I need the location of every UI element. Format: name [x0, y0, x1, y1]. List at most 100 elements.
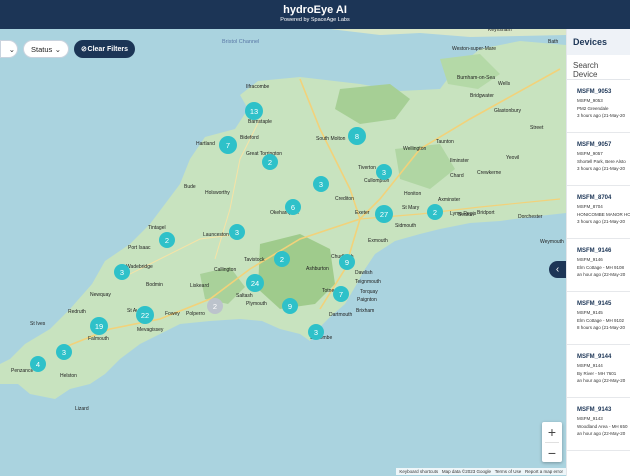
device-cluster-marker[interactable]: 9 — [282, 298, 298, 314]
device-cluster-marker[interactable]: 7 — [333, 286, 349, 302]
devices-panel: Devices Search Device MSFM_9053 MSFM_9053… — [566, 29, 630, 476]
place-label: Newquay — [90, 292, 111, 298]
device-cluster-marker[interactable]: 19 — [90, 317, 108, 335]
filter-off-icon: ⊘ — [81, 46, 87, 53]
clear-filters-label: Clear Filters — [87, 45, 128, 53]
filter-dropdown-partial[interactable]: ⌄ — [0, 40, 18, 58]
place-label: Helston — [60, 373, 77, 379]
clear-filters-button[interactable]: ⊘ Clear Filters — [74, 40, 135, 58]
device-cluster-marker[interactable]: 3 — [56, 344, 72, 360]
map-data-text: Map data ©2023 Google — [441, 469, 492, 474]
place-label: Hartland — [196, 141, 215, 147]
chevron-left-icon: ‹ — [555, 264, 560, 275]
place-label: Ilfracombe — [246, 84, 270, 90]
devices-panel-title: Devices — [567, 29, 630, 55]
device-cluster-marker[interactable]: 7 — [219, 136, 237, 154]
place-label: Honiton — [404, 191, 422, 197]
place-label: Lizard — [75, 406, 89, 412]
device-cluster-marker[interactable]: 27 — [375, 205, 393, 223]
device-cluster-marker[interactable]: 3 — [229, 224, 245, 240]
place-label: Yeovil — [506, 155, 520, 161]
place-label: Polperro — [186, 311, 205, 317]
filter-toolbar: ⌄ Status ⌄ ⊘ Clear Filters — [0, 40, 135, 58]
device-cluster-marker[interactable]: 4 — [30, 356, 46, 372]
device-cluster-marker[interactable]: 2 — [274, 251, 290, 267]
app-header: hydroEye AI Powered by SpaceAge Labs — [0, 0, 630, 29]
device-cluster-marker[interactable]: 8 — [348, 127, 366, 145]
place-label: Wadebridge — [126, 264, 153, 270]
place-label: Liskeard — [190, 283, 209, 289]
device-list-item[interactable]: MSFM_9146 MSFM_9146 Elm Cottage - MH 9108 a… — [567, 239, 630, 292]
place-label: Seaton — [458, 212, 474, 218]
place-label: Port Isaac — [128, 245, 151, 251]
place-label: Exmouth — [368, 238, 388, 244]
device-cluster-marker[interactable]: 13 — [245, 102, 263, 120]
device-name: MSFM_9145 — [577, 301, 612, 307]
place-label: Callington — [214, 267, 237, 273]
device-last-seen: an hour ago (22-May-20 — [577, 378, 626, 383]
device-cluster-marker[interactable]: 2 — [159, 232, 175, 248]
device-list-item[interactable]: MSFM_9057 MSFM_9057 Shortell Park, Bere Al… — [567, 133, 630, 186]
device-cluster-marker[interactable]: 3 — [313, 176, 329, 192]
device-cluster-marker[interactable]: 2 — [427, 204, 443, 220]
device-name: MSFM_9143 — [577, 407, 612, 413]
device-cluster-marker[interactable]: 22 — [136, 306, 154, 324]
place-label: Ashburton — [306, 266, 329, 272]
device-cluster-marker[interactable]: 3 — [376, 164, 392, 180]
device-cluster-marker[interactable]: 6 — [285, 199, 301, 215]
device-cluster-marker[interactable]: 24 — [246, 274, 264, 292]
device-cluster-marker[interactable]: 2 — [262, 154, 278, 170]
device-name: MSFM_9057 — [577, 142, 612, 148]
device-list-item[interactable]: MSFM_9143 MSFM_9143 Woodland Area - MH 650… — [567, 398, 630, 451]
place-label: Sidmouth — [395, 223, 417, 229]
device-cluster-marker[interactable]: 9 — [339, 254, 355, 270]
place-label: Weston-super-Mare — [452, 46, 497, 52]
collapse-panel-button[interactable]: ‹ — [549, 261, 566, 278]
place-label: Tavistock — [244, 257, 265, 263]
device-location: HONICOMBE MANOR HO — [577, 211, 630, 217]
zoom-out-button[interactable]: − — [542, 443, 562, 463]
zoom-in-button[interactable]: + — [542, 422, 562, 442]
device-name: MSFM_8704 — [577, 195, 612, 201]
place-label: Chard — [450, 173, 464, 179]
sea-label-bristol-channel: Bristol Channel — [222, 39, 260, 45]
place-label: Dawlish — [355, 270, 373, 276]
status-filter-dropdown[interactable]: Status ⌄ — [23, 40, 69, 58]
keyboard-shortcuts-link[interactable]: Keyboard shortcuts — [399, 469, 438, 474]
place-label: Plymouth — [246, 301, 267, 307]
device-cluster-marker[interactable]: 3 — [308, 324, 324, 340]
terms-link[interactable]: Terms of Use — [495, 469, 522, 474]
device-cluster-marker[interactable]: 2 — [207, 298, 223, 314]
device-list-item[interactable]: MSFM_9144 MSFM_9144 By River - MH 7601 an h… — [567, 345, 630, 398]
device-list-item[interactable]: MSFM_8704 MSFM_8704 HONICOMBE MANOR HO 3 ho… — [567, 186, 630, 239]
device-id: MSFM_9057 — [577, 151, 603, 156]
device-list: MSFM_9053 MSFM_9053 PM2 Greendale 3 hours a… — [567, 80, 630, 451]
place-label: Redruth — [68, 309, 86, 315]
report-error-link[interactable]: Report a map error — [525, 469, 563, 474]
chevron-down-icon: ⌄ — [8, 44, 15, 54]
device-list-item[interactable]: MSFM_9145 MSFM_9145 Elm Cottage - MH 9102 8… — [567, 292, 630, 345]
device-search-input[interactable]: Search Device — [567, 55, 630, 80]
place-label: St Mary — [402, 205, 420, 211]
place-label: Axminster — [438, 197, 461, 203]
device-name: MSFM_9144 — [577, 354, 612, 360]
place-label: Bodmin — [146, 282, 163, 288]
place-label: Glastonbury — [494, 108, 521, 114]
device-last-seen: an hour ago (22-May-20 — [577, 431, 626, 436]
place-label: Burnham-on-Sea — [457, 75, 496, 81]
chevron-down-icon: ⌄ — [54, 44, 61, 54]
device-cluster-marker[interactable]: 3 — [114, 264, 130, 280]
device-list-item[interactable]: MSFM_9053 MSFM_9053 PM2 Greendale 3 hours a… — [567, 80, 630, 133]
place-label: Dartmouth — [329, 312, 353, 318]
map-view[interactable]: Bristol Channel ⌄ Status ⌄ ⊘ Clear Filte… — [0, 29, 566, 476]
place-label: Exeter — [355, 210, 370, 216]
place-label: Barnstaple — [248, 119, 272, 125]
place-label: Crediton — [335, 196, 354, 202]
device-location: Woodland Area - MH 650 — [577, 423, 628, 429]
device-id: MSFM_9146 — [577, 257, 603, 262]
app-title: hydroEye AI — [283, 4, 347, 16]
place-label: Mevagissey — [137, 327, 164, 333]
device-name: MSFM_9053 — [577, 89, 612, 95]
device-location: Elm Cottage - MH 9102 — [577, 317, 625, 323]
place-label: Fowey — [165, 311, 180, 317]
